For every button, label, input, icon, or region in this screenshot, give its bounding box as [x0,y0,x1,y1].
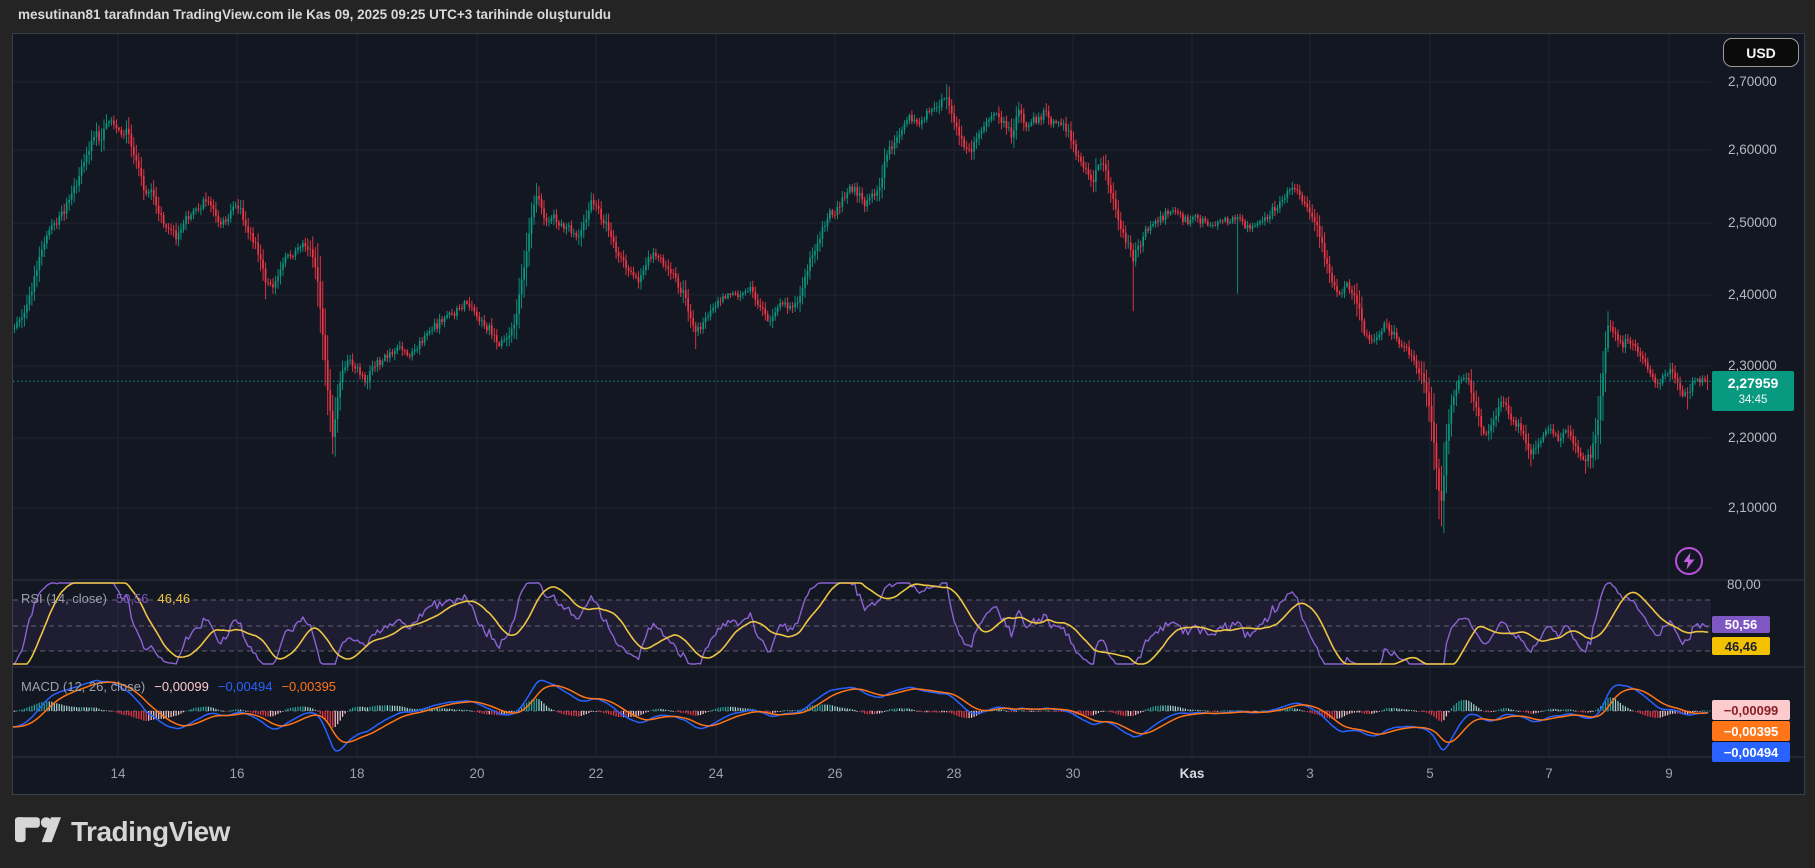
time-axis-label: Kas [1180,766,1205,781]
chart-panel: XRP / ABD Doları · 1sa · Bitstamp A2,270… [12,33,1805,795]
time-axis-label: 24 [708,766,723,781]
lightning-icon [1681,552,1697,570]
macd-legend-hist-value: −0,00099 [154,679,209,694]
rsi-ma-value-box: 46,46 [1712,637,1770,655]
rsi-legend-value: 50,56 [116,591,149,606]
time-axis-label: 22 [588,766,603,781]
time-axis-label: 16 [229,766,244,781]
price-axis-label: 2,20000 [1728,430,1777,445]
footer-bar: TradingView [0,795,1815,868]
macd-line-value-box: −0,00494 [1712,742,1790,762]
macd-legend-line-value: −0,00494 [218,679,273,694]
time-axis-label: 26 [827,766,842,781]
price-axis-label: 2,70000 [1728,74,1777,89]
rsi-value-box: 50,56 [1712,616,1770,633]
time-axis-label: 14 [110,766,125,781]
rsi-title: RSI (14, close) [21,591,107,606]
time-axis-label: 7 [1545,766,1553,781]
macd-histogram-value-box: −0,00099 [1712,700,1790,720]
rsi-level-label: 80,00 [1727,577,1761,592]
time-axis-label: 28 [946,766,961,781]
rsi-legend-ma-value: 46,46 [158,591,191,606]
last-price-value: 2,27959 [1728,375,1779,393]
time-axis-label: 20 [469,766,484,781]
rsi-legend: RSI (14, close) 50,56 46,46 [21,591,190,606]
tradingview-logo[interactable]: TradingView [15,816,230,848]
tradingview-mark-icon [15,817,61,846]
time-axis-label: 3 [1306,766,1314,781]
macd-legend-signal-value: −0,00395 [281,679,336,694]
price-axis-label: 2,60000 [1728,142,1777,157]
price-axis-label: 2,50000 [1728,215,1777,230]
price-axis-label: 2,10000 [1728,500,1777,515]
time-axis-label: 9 [1665,766,1673,781]
bar-countdown: 34:45 [1739,393,1768,407]
tradingview-wordmark: TradingView [71,816,230,848]
currency-button[interactable]: USD [1723,38,1799,67]
boost-button[interactable] [1675,547,1703,575]
time-axis-label: 18 [349,766,364,781]
macd-title: MACD (12, 26, close) [21,679,145,694]
macd-signal-value-box: −0,00395 [1712,721,1790,741]
price-axis-label: 2,40000 [1728,287,1777,302]
macd-legend: MACD (12, 26, close) −0,00099 −0,00494 −… [21,679,336,694]
attribution-text: mesutinan81 tarafından TradingView.com i… [18,7,611,22]
last-price-box: 2,27959 34:45 [1712,371,1794,411]
time-axis-label: 5 [1426,766,1434,781]
time-axis-label: 30 [1065,766,1080,781]
